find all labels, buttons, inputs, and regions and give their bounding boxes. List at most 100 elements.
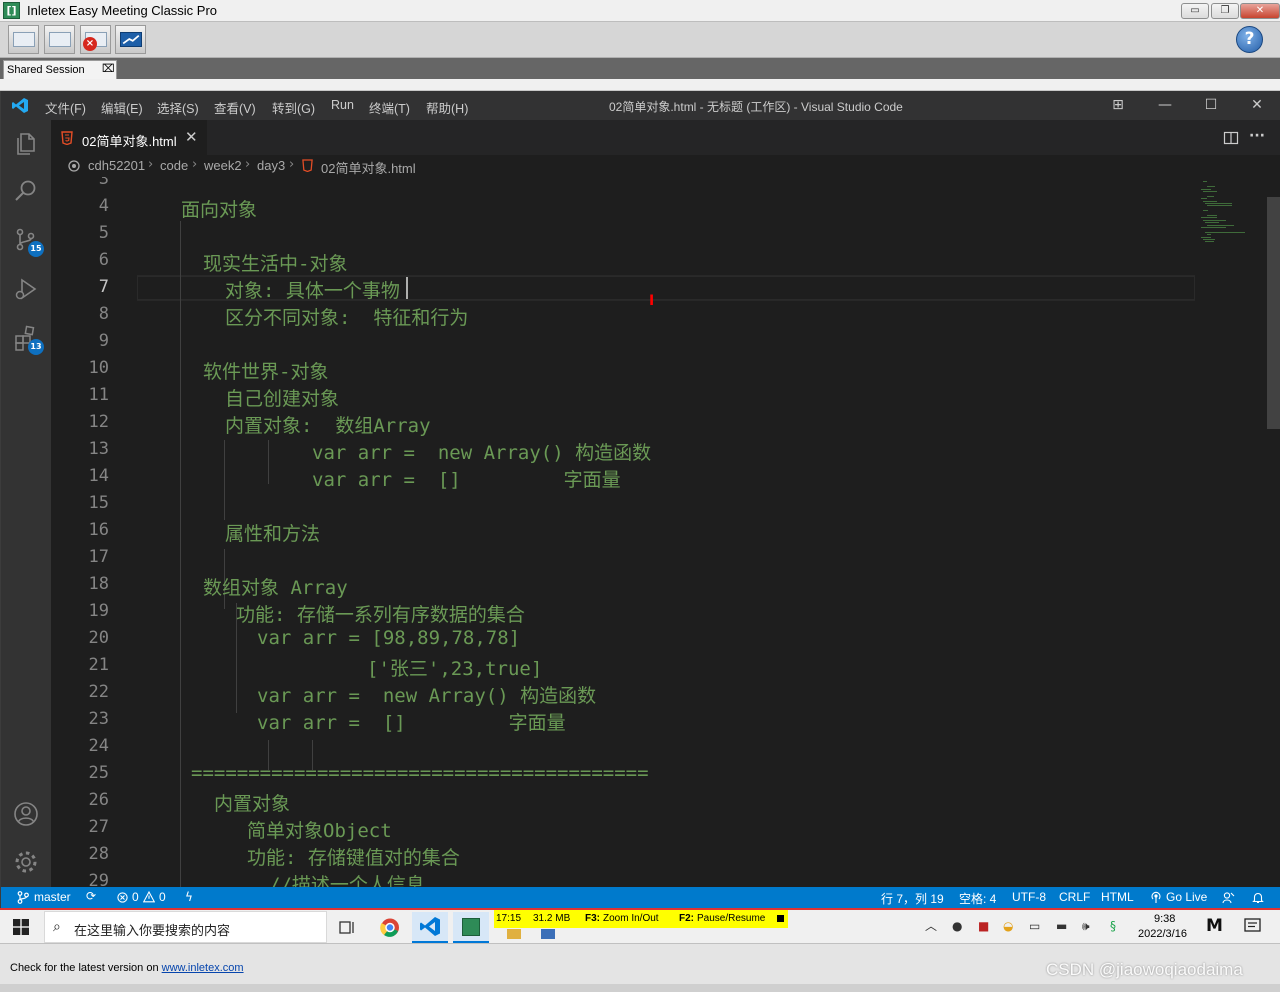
microphone-icon[interactable]: ● (952, 919, 962, 933)
clock-date[interactable]: 2022/3/16 (1138, 928, 1187, 940)
code-line-14: var arr = [] 字面量 (312, 469, 621, 491)
app-tray-icon[interactable]: ■ (978, 919, 989, 933)
tab-close-icon[interactable]: ✕ (185, 128, 198, 146)
extensions-badge: 13 (28, 339, 44, 355)
language-mode[interactable]: HTML (1101, 890, 1134, 904)
search-icon[interactable] (12, 177, 40, 205)
inletex-website-link[interactable]: www.inletex.com (162, 962, 244, 974)
gear-icon[interactable] (12, 848, 40, 876)
code-line-18: 数组对象 Array (203, 577, 348, 599)
line-number: 9 (98, 331, 109, 351)
menu-selection[interactable]: 选择(S) (157, 98, 199, 117)
run-debug-icon[interactable] (12, 275, 40, 303)
shared-session-tab[interactable]: Shared Session ⌧ (3, 60, 117, 79)
inletex-minimize-button[interactable]: ▭ (1181, 3, 1209, 19)
breadcrumb-file[interactable]: 02简单对象.html (321, 158, 416, 177)
breadcrumb-day3[interactable]: day3 (257, 158, 285, 173)
code-line-26: 内置对象 (214, 793, 291, 815)
end-of-line[interactable]: CRLF (1059, 890, 1090, 904)
minimap-line (1203, 200, 1217, 202)
line-number-gutter: 3 4 5 6 7 8 9 10 11 12 13 14 15 16 17 18 19 20 21 22 23 24 25 2… (51, 177, 131, 887)
battery-icon[interactable]: ▬ (1056, 919, 1067, 933)
menu-view[interactable]: 查看(V) (214, 98, 256, 117)
inletex-titlebar: [] Inletex Easy Meeting Classic Pro ▭ ❐ … (0, 0, 1280, 22)
breadcrumb-code[interactable]: code (160, 158, 188, 173)
inletex-restore-button[interactable]: ❐ (1211, 3, 1239, 19)
code-line-27: 简单对象Object (247, 820, 392, 842)
vscode-maximize-button[interactable]: ☐ (1198, 95, 1224, 115)
menu-edit[interactable]: 编辑(E) (101, 98, 143, 117)
split-editor-icon[interactable] (1223, 130, 1239, 146)
notifications-bell-icon[interactable] (1252, 891, 1264, 904)
code-editor[interactable]: 3 4 5 6 7 8 9 10 11 12 13 14 15 16 17 18 19 20 21 22 23 24 25 2… (51, 177, 1280, 887)
activity-bar: 15 13 (1, 120, 51, 887)
inletex-taskbar-button[interactable] (453, 912, 489, 943)
inletex-close-button[interactable]: ✕ (1240, 3, 1280, 19)
task-view-icon[interactable] (329, 912, 365, 943)
code-line-11: 自己创建对象 (225, 388, 340, 410)
line-number: 19 (88, 601, 109, 621)
scrollbar-thumb[interactable] (1267, 197, 1280, 429)
stop-icon[interactable] (777, 915, 784, 922)
new-session-button[interactable] (8, 25, 39, 54)
chrome-icon[interactable] (372, 912, 408, 943)
line-number: 27 (88, 817, 109, 837)
line-number: 4 (98, 196, 109, 216)
inletex-tab-strip (0, 79, 1280, 91)
minimap-line (1207, 215, 1217, 216)
go-live-button[interactable]: Go Live (1166, 890, 1207, 904)
accounts-feedback-icon[interactable] (1222, 891, 1235, 904)
git-branch-label[interactable]: master (34, 890, 71, 904)
menu-run[interactable]: Run (331, 98, 354, 112)
input-method-icon[interactable]: M (1206, 916, 1223, 936)
volume-icon[interactable]: 🕪 (1082, 919, 1090, 934)
breadcrumb-separator: › (289, 157, 295, 172)
code-line-8: 区分不同对象: 特征和行为 (225, 307, 469, 329)
customize-layout-icon[interactable]: ⊞ (1105, 95, 1131, 115)
source-control-icon[interactable]: 15 (12, 226, 44, 257)
file-encoding[interactable]: UTF-8 (1012, 890, 1046, 904)
vscode-minimize-button[interactable]: — (1152, 95, 1178, 115)
broadcast-icon (1151, 891, 1161, 903)
menu-go[interactable]: 转到(G) (272, 98, 315, 117)
breadcrumb-week2[interactable]: week2 (204, 158, 242, 173)
minimap[interactable] (1199, 177, 1269, 257)
explorer-files-icon[interactable] (12, 130, 40, 158)
clock-time[interactable]: 9:38 (1154, 913, 1175, 925)
join-session-button[interactable] (44, 25, 75, 54)
statistics-button[interactable] (115, 25, 146, 54)
cursor-position[interactable]: 行 7，列 19 (881, 890, 944, 907)
live-share-bolt-icon[interactable]: ϟ (185, 890, 193, 904)
show-hidden-icons-icon[interactable]: ︿ (925, 917, 937, 934)
menu-help[interactable]: 帮助(H) (426, 98, 468, 117)
action-center-icon[interactable] (1244, 918, 1261, 935)
taskbar-search-input[interactable]: ⌕ 在这里输入你要搜索的内容 (44, 911, 327, 943)
menu-terminal[interactable]: 终端(T) (369, 98, 410, 117)
error-count[interactable]: 0 (132, 890, 139, 904)
menu-file[interactable]: 文件(F) (45, 98, 86, 117)
wechat-tray-icon[interactable]: § (1110, 919, 1116, 933)
indentation-setting[interactable]: 空格: 4 (959, 890, 996, 907)
breadcrumb-separator: › (148, 157, 154, 172)
display-icon[interactable]: ▭ (1029, 919, 1040, 933)
end-session-button[interactable]: × (80, 25, 111, 54)
account-icon[interactable] (12, 800, 40, 828)
code-line-13: var arr = new Array() 构造函数 (312, 442, 652, 464)
tab-02-simple-object-html[interactable]: 02简单对象.html ✕ (51, 120, 207, 155)
breadcrumb-workspace[interactable]: cdh52201 (88, 158, 145, 173)
mouse-ibeam-cursor-icon: I (649, 293, 655, 309)
help-icon[interactable]: ? (1236, 26, 1263, 53)
tab-label: 02简单对象.html (82, 134, 177, 149)
vscode-logo-icon (420, 917, 440, 936)
vscode-taskbar-button[interactable] (412, 912, 448, 943)
weather-tray-icon[interactable]: ◒ (1003, 919, 1013, 933)
shared-session-close-icon[interactable]: ⌧ (102, 62, 115, 75)
sync-icon[interactable]: ⟳ (86, 889, 96, 903)
more-actions-icon[interactable]: ··· (1249, 128, 1265, 144)
taskbar-app-icons[interactable] (505, 927, 561, 941)
windows-start-icon[interactable] (13, 919, 29, 935)
warning-count[interactable]: 0 (159, 890, 166, 904)
vscode-close-button[interactable]: ✕ (1244, 95, 1270, 115)
line-number: 17 (88, 547, 109, 567)
extensions-icon[interactable]: 13 (12, 324, 44, 355)
